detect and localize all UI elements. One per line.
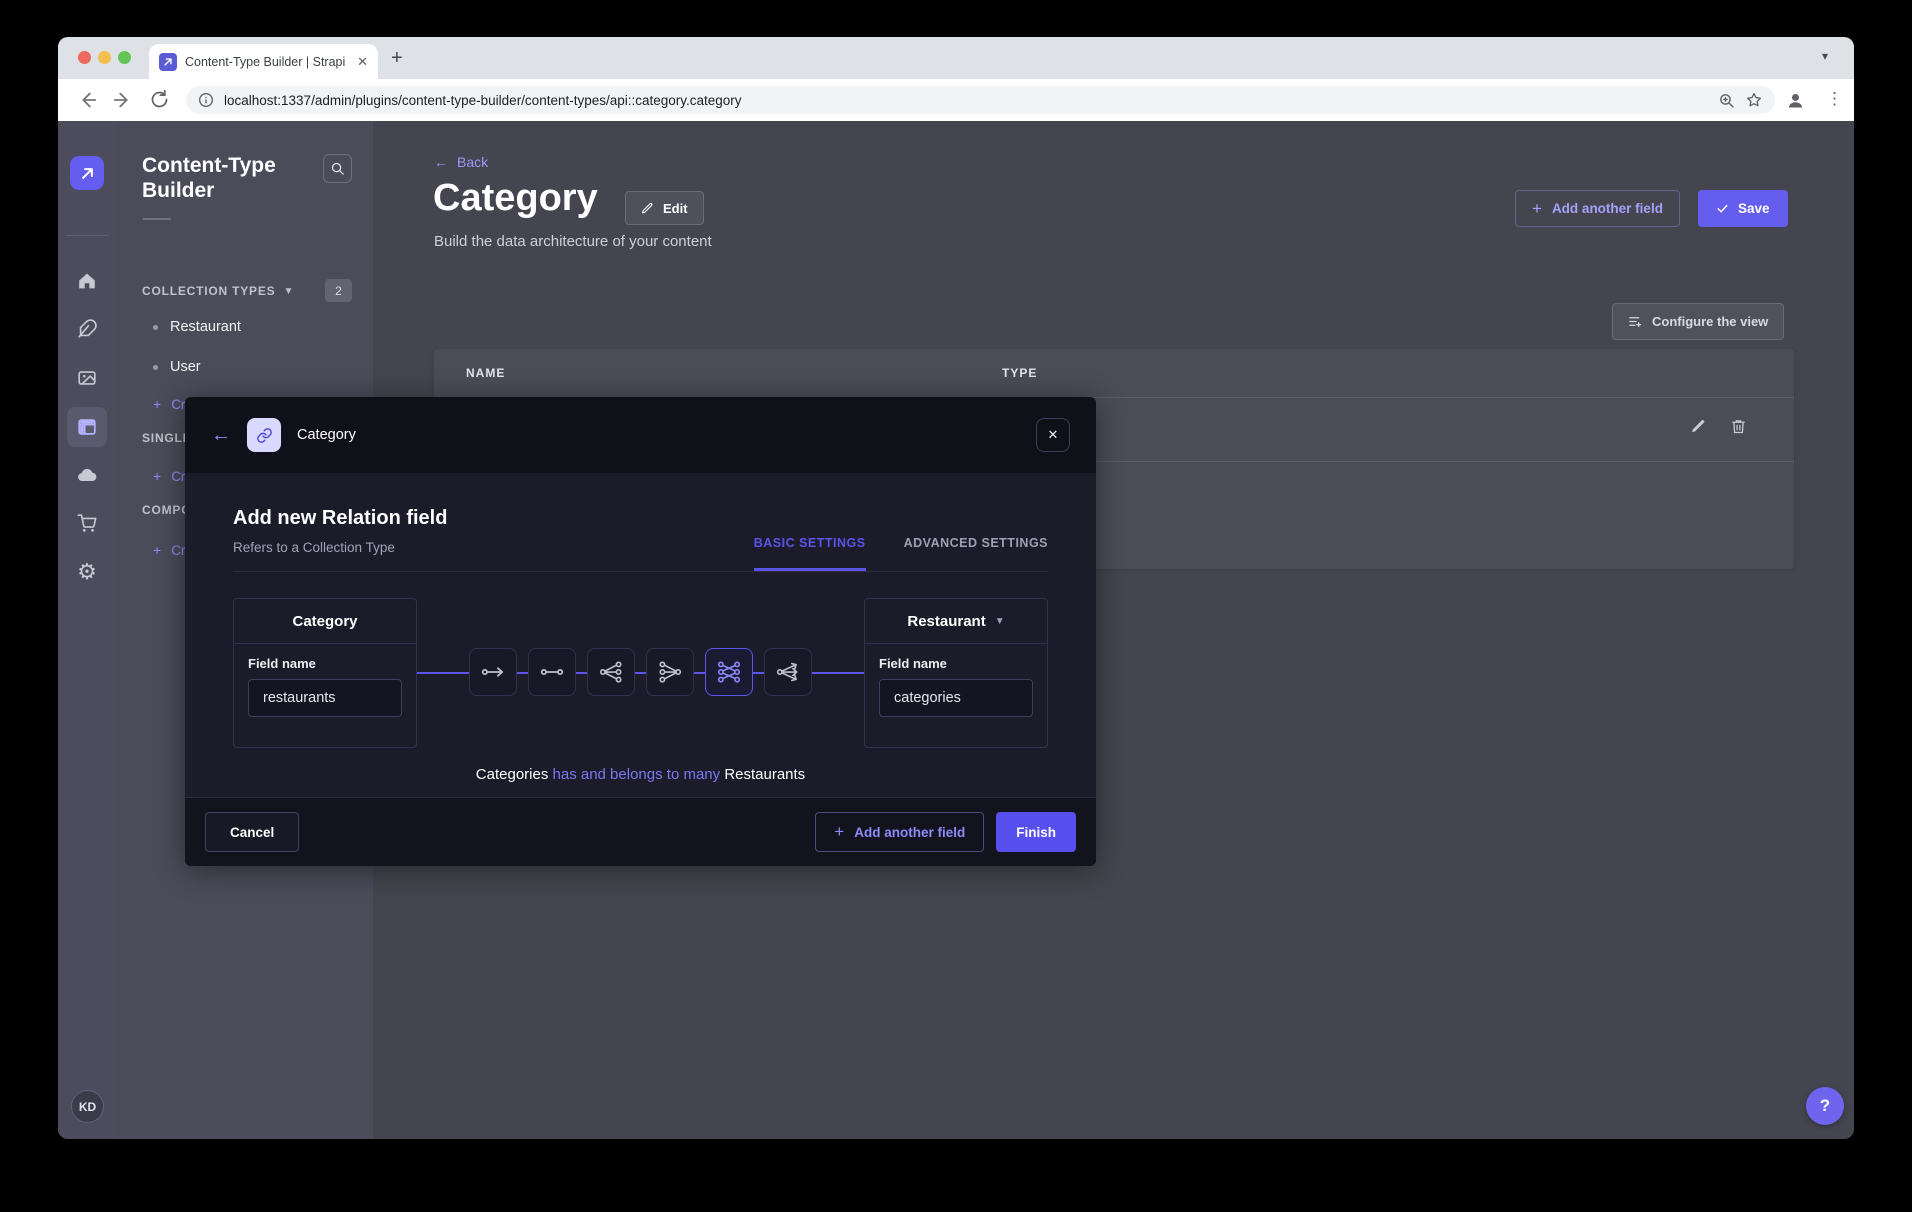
relation-many-way-button[interactable] [764, 648, 812, 696]
zoom-window-button[interactable] [118, 51, 131, 64]
relation-sentence: Categories has and belongs to many Resta… [233, 766, 1048, 783]
collection-types-count: 2 [325, 279, 352, 302]
cancel-button[interactable]: Cancel [205, 812, 299, 852]
forward-icon[interactable] [112, 89, 134, 111]
source-field-name-input[interactable] [248, 679, 402, 717]
plus-icon: + [153, 468, 161, 484]
site-info-icon[interactable] [198, 92, 214, 108]
list-settings-icon [1628, 314, 1643, 329]
relation-diagram: Category Field name [233, 598, 1048, 748]
tab-advanced-settings[interactable]: ADVANCED SETTINGS [904, 536, 1048, 571]
relation-one-to-many-button[interactable] [587, 648, 635, 696]
chevron-down-icon: ▼ [995, 616, 1005, 627]
plus-icon: + [153, 542, 161, 558]
add-relation-modal: ← Category ✕ Add new Relation field Refe… [185, 397, 1096, 866]
strapi-favicon-icon [159, 53, 177, 71]
add-another-field-button[interactable]: + Add another field [1515, 190, 1680, 227]
help-button[interactable]: ? [1806, 1087, 1844, 1125]
target-type-dropdown[interactable]: Restaurant▼ [865, 599, 1047, 644]
plus-icon: + [1532, 199, 1542, 219]
sidebar-item-restaurant[interactable]: Restaurant [153, 319, 241, 335]
home-icon[interactable] [67, 261, 107, 301]
bookmark-star-icon[interactable] [1745, 91, 1763, 109]
browser-window: Content-Type Builder | Strapi ✕ + ▾ loca… [58, 37, 1854, 1139]
page-subtitle: Build the data architecture of your cont… [434, 233, 712, 250]
divider [143, 218, 171, 220]
ctb-panel-title: Content-Type Builder [142, 153, 292, 203]
column-type: TYPE [1002, 366, 1037, 380]
strapi-logo-icon[interactable] [70, 156, 104, 190]
relation-type-buttons [469, 648, 812, 696]
modal-breadcrumb: Category [297, 427, 356, 443]
relation-many-to-one-button[interactable] [646, 648, 694, 696]
plus-icon: + [153, 396, 161, 412]
arrow-left-icon: ← [434, 154, 448, 170]
modal-tabs: BASIC SETTINGS ADVANCED SETTINGS [754, 536, 1048, 571]
tab-close-icon[interactable]: ✕ [357, 54, 368, 70]
search-button[interactable] [323, 154, 352, 183]
table-header: NAME TYPE [434, 349, 1794, 397]
modal-back-icon[interactable]: ← [211, 424, 231, 447]
minimize-window-button[interactable] [98, 51, 111, 64]
edit-field-icon[interactable] [1690, 418, 1707, 435]
media-library-icon[interactable] [67, 358, 107, 398]
profile-icon[interactable] [1785, 90, 1806, 111]
modal-add-another-field-button[interactable]: + Add another field [815, 812, 984, 852]
modal-close-button[interactable]: ✕ [1036, 418, 1070, 452]
relation-one-way-button[interactable] [469, 648, 517, 696]
delete-field-icon[interactable] [1730, 418, 1747, 435]
browser-tab-bar: Content-Type Builder | Strapi ✕ + ▾ [58, 37, 1854, 79]
source-field-label: Field name [248, 656, 402, 671]
nav-rail: ⚙ KD [58, 121, 117, 1139]
back-link[interactable]: ←Back [434, 154, 488, 170]
divider [66, 235, 109, 236]
modal-title: Add new Relation field [233, 507, 1048, 530]
source-type-box: Category Field name [233, 598, 417, 748]
close-window-button[interactable] [78, 51, 91, 64]
relation-link-icon [247, 418, 281, 452]
strapi-admin: ⚙ KD Content-Type Builder COLLECTION TYP… [58, 121, 1854, 1139]
check-icon [1716, 202, 1729, 215]
sidebar-item-user[interactable]: User [153, 359, 201, 375]
target-type-box: Restaurant▼ Field name [864, 598, 1048, 748]
target-field-label: Field name [879, 656, 1033, 671]
modal-header: ← Category ✕ [185, 397, 1096, 473]
plus-icon: + [834, 822, 844, 842]
save-button[interactable]: Save [1698, 190, 1788, 227]
user-avatar[interactable]: KD [71, 1090, 104, 1123]
new-tab-button[interactable]: + [391, 47, 403, 70]
modal-footer: Cancel + Add another field Finish [185, 797, 1096, 866]
modal-body: Add new Relation field Refers to a Colle… [185, 473, 1096, 797]
zoom-page-icon[interactable] [1718, 92, 1735, 109]
reload-icon[interactable] [149, 89, 170, 110]
finish-button[interactable]: Finish [996, 812, 1076, 852]
edit-button[interactable]: Edit [625, 191, 704, 225]
content-type-builder-icon[interactable] [67, 407, 107, 447]
column-name: NAME [466, 366, 505, 380]
bullet-icon [153, 365, 158, 370]
target-field-name-input[interactable] [879, 679, 1033, 717]
tab-basic-settings[interactable]: BASIC SETTINGS [754, 536, 866, 571]
browser-menu-icon[interactable]: ⋮ [1826, 89, 1843, 109]
source-type-title: Category [234, 599, 416, 644]
back-icon[interactable] [76, 89, 98, 111]
settings-gear-icon[interactable]: ⚙ [67, 552, 107, 592]
browser-tab[interactable]: Content-Type Builder | Strapi ✕ [149, 44, 378, 79]
relation-one-to-one-button[interactable] [528, 648, 576, 696]
url-text[interactable]: localhost:1337/admin/plugins/content-typ… [224, 93, 1708, 108]
browser-toolbar: localhost:1337/admin/plugins/content-typ… [58, 79, 1854, 121]
tab-title: Content-Type Builder | Strapi [185, 55, 349, 69]
content-manager-icon[interactable] [67, 309, 107, 349]
bullet-icon [153, 325, 158, 330]
section-collection-types[interactable]: COLLECTION TYPES▼ [142, 284, 294, 298]
url-bar[interactable]: localhost:1337/admin/plugins/content-typ… [186, 86, 1775, 114]
marketplace-cart-icon[interactable] [67, 503, 107, 543]
pencil-icon [641, 202, 654, 215]
cloud-icon[interactable] [67, 455, 107, 495]
relation-many-to-many-button[interactable] [705, 648, 753, 696]
tab-search-chevron-icon[interactable]: ▾ [1822, 49, 1828, 63]
configure-view-button[interactable]: Configure the view [1612, 303, 1784, 340]
page-title: Category [433, 177, 598, 220]
chevron-down-icon: ▼ [283, 286, 294, 297]
